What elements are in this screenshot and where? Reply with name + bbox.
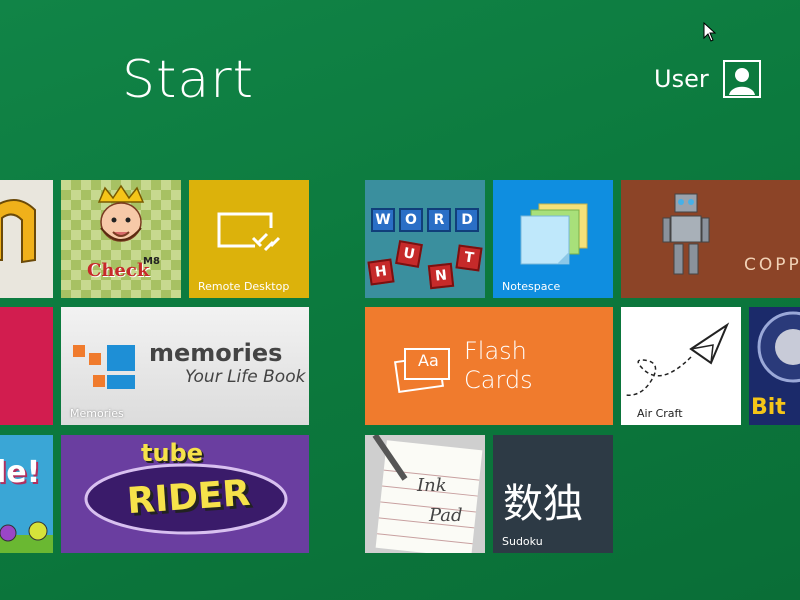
memories-subtitle: Your Life Book xyxy=(185,367,306,387)
flash-cards-title: Flash Cards xyxy=(464,337,533,395)
letter-u: U xyxy=(395,240,423,268)
user-name: User xyxy=(654,65,709,93)
letter-d: D xyxy=(455,208,479,232)
sudoku-glyphs: 数独 xyxy=(503,481,583,527)
tube-rider-tile[interactable]: tube RIDER xyxy=(61,435,309,553)
remote-desktop-icon xyxy=(217,212,281,252)
memories-logo-icon xyxy=(73,345,135,389)
partial-game-text: le! xyxy=(0,455,41,490)
sudoku-label: Sudoku xyxy=(502,535,543,548)
bit-label: Bit xyxy=(751,395,786,420)
remote-desktop-label: Remote Desktop xyxy=(198,280,290,293)
memories-title: memories xyxy=(149,339,283,367)
word-hunt-tile[interactable]: W O R D H U N T xyxy=(365,180,485,298)
copper-label: COPP xyxy=(744,255,800,275)
user-account[interactable]: User xyxy=(654,60,761,98)
start-title: Start xyxy=(122,50,255,110)
letter-n: N xyxy=(427,262,455,290)
letter-o: O xyxy=(399,208,423,232)
letter-h: H xyxy=(367,258,395,286)
checkm8-tile[interactable]: Check M8 xyxy=(61,180,181,298)
robot-icon xyxy=(662,193,710,275)
partial-tile-pink[interactable] xyxy=(0,307,53,425)
memories-label: Memories xyxy=(70,407,124,420)
partial-game-tile[interactable]: le! xyxy=(0,435,53,553)
flash-cards-tile[interactable]: Aa Flash Cards xyxy=(365,307,613,425)
checkm8-badge: M8 xyxy=(143,256,160,267)
copper-tile[interactable]: COPP xyxy=(621,180,800,298)
tube-rider-title: RIDER xyxy=(125,472,252,523)
checkm8-word: Check xyxy=(87,260,150,281)
letter-t: T xyxy=(455,244,483,272)
paper-plane-icon xyxy=(624,322,730,396)
tube-rider-top: tube xyxy=(141,439,204,467)
remote-desktop-tile[interactable]: Remote Desktop xyxy=(189,180,309,298)
letter-r: R xyxy=(427,208,451,232)
bit-tile[interactable]: Bit xyxy=(749,307,800,425)
sticky-notes-icon xyxy=(520,203,588,265)
sudoku-tile[interactable]: 数独 Sudoku xyxy=(493,435,613,553)
letter-w: W xyxy=(371,208,395,232)
ink-pad-tile[interactable]: Ink Pad xyxy=(365,435,485,553)
air-craft-label: Air Craft xyxy=(637,407,683,420)
inkpad-line1: Ink xyxy=(417,475,447,496)
memories-tile[interactable]: memories Your Life Book Memories xyxy=(61,307,309,425)
flash-line2: Cards xyxy=(464,366,533,394)
air-craft-tile[interactable]: Air Craft xyxy=(621,307,741,425)
partial-tile-n[interactable] xyxy=(0,180,53,298)
notespace-label: Notespace xyxy=(502,280,561,293)
notespace-tile[interactable]: Notespace xyxy=(493,180,613,298)
inkpad-line2: Pad xyxy=(429,505,463,526)
mouse-cursor-icon xyxy=(703,22,717,42)
user-avatar-icon xyxy=(722,60,761,98)
flash-icon-text: Aa xyxy=(418,351,439,370)
flash-line1: Flash xyxy=(464,337,527,365)
